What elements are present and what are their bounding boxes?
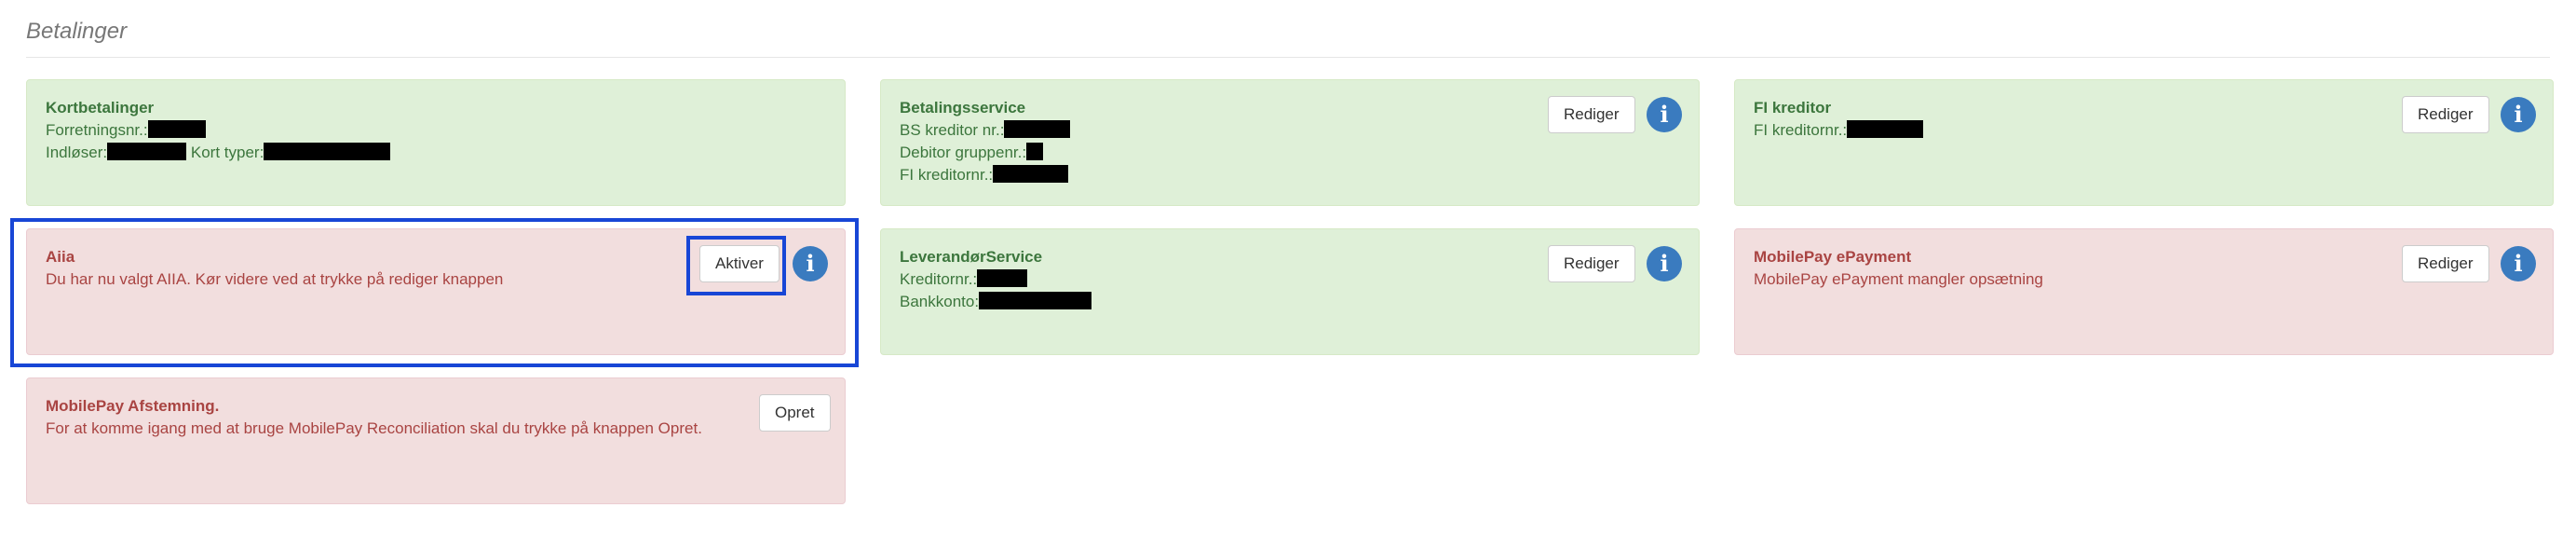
card-title: MobilePay Afstemning. <box>46 397 220 415</box>
card-leverandorservice: LeverandørService Kreditornr.: Bankkonto… <box>880 228 1700 355</box>
redacted-value <box>979 292 1092 309</box>
info-icon[interactable]: i <box>2501 97 2536 132</box>
debitor-gruppenr-line: Debitor gruppenr.: <box>900 142 1680 164</box>
redacted-value <box>993 165 1069 183</box>
rediger-button[interactable]: Rediger <box>2402 96 2489 133</box>
rediger-button[interactable]: Rediger <box>1548 245 1635 282</box>
opret-button[interactable]: Opret <box>759 394 831 432</box>
indloser-line: Indløser: Kort typer: <box>46 142 826 164</box>
card-fi-kreditor: FI kreditor FI kreditornr.: Rediger i <box>1734 79 2554 206</box>
redacted-value <box>264 143 391 160</box>
redacted-value <box>1847 120 1924 138</box>
debitor-gruppenr-label: Debitor gruppenr.: <box>900 144 1027 161</box>
info-icon[interactable]: i <box>793 246 828 281</box>
card-message: For at komme igang med at bruge MobilePa… <box>46 419 702 437</box>
forretningsnr-label: Forretningsnr.: <box>46 121 148 139</box>
indloser-label: Indløser: <box>46 144 108 161</box>
kreditornr-label: Kreditornr.: <box>900 270 978 288</box>
kort-typer-label: Kort typer: <box>190 144 264 161</box>
rediger-button[interactable]: Rediger <box>1548 96 1635 133</box>
rediger-button[interactable]: Rediger <box>2402 245 2489 282</box>
info-icon[interactable]: i <box>1647 97 1682 132</box>
card-title: Kortbetalinger <box>46 99 155 117</box>
button-highlight <box>686 236 786 295</box>
bankkonto-label: Bankkonto: <box>900 293 980 310</box>
card-mobilepay-epayment: MobilePay ePayment MobilePay ePayment ma… <box>1734 228 2554 355</box>
redacted-value <box>1004 120 1071 138</box>
redacted-value <box>107 143 187 160</box>
card-kortbetalinger: Kortbetalinger Forretningsnr.: Indløser:… <box>26 79 846 206</box>
redacted-value <box>1026 143 1044 160</box>
bankkonto-line: Bankkonto: <box>900 291 1680 313</box>
title-divider <box>26 57 2550 58</box>
fi-kreditornr-label: FI kreditornr.: <box>900 166 994 184</box>
redacted-value <box>147 120 206 138</box>
page-title: Betalinger <box>26 19 128 44</box>
card-mobilepay-afstemning: MobilePay Afstemning. For at komme igang… <box>26 377 846 504</box>
card-betalingsservice: Betalingsservice BS kreditor nr.: Debito… <box>880 79 1700 206</box>
bs-kreditor-label: BS kreditor nr.: <box>900 121 1005 139</box>
fi-kreditornr-label: FI kreditornr.: <box>1754 121 1848 139</box>
info-icon[interactable]: i <box>2501 246 2536 281</box>
redacted-value <box>977 269 1028 287</box>
info-icon[interactable]: i <box>1647 246 1682 281</box>
forretningsnr-line: Forretningsnr.: <box>46 119 826 142</box>
fi-kreditornr-line: FI kreditornr.: <box>900 164 1680 186</box>
